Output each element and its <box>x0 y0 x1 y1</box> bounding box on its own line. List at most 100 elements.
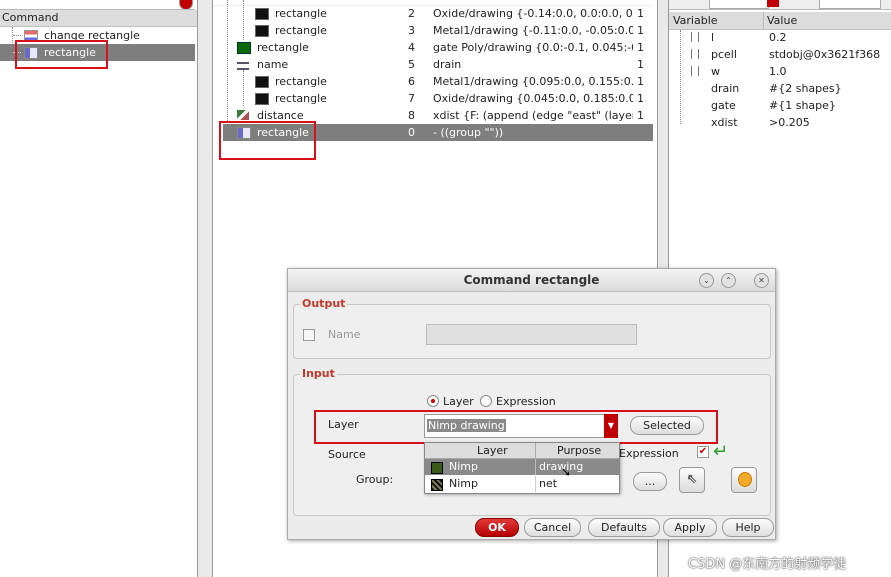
row-num: 5 <box>408 58 415 71</box>
param-icon <box>691 66 699 76</box>
command-list-row[interactable]: name 5 drain 1 <box>213 56 653 73</box>
ok-button[interactable]: OK <box>475 518 519 537</box>
row-name: rectangle <box>275 75 327 88</box>
dropdown-row-layer: Nimp <box>449 460 478 473</box>
row-desc: xdist {F: (append (edge "east" (layer re… <box>433 109 633 122</box>
variable-value: 1.0 <box>769 65 787 78</box>
row-num: 0 <box>408 126 415 139</box>
defaults-button[interactable]: Defaults <box>588 518 660 537</box>
row-count: 1 <box>637 7 644 20</box>
variable-row[interactable]: pcell stdobj@0x3621f368 <box>669 46 891 63</box>
search-bar[interactable] <box>0 0 195 10</box>
col-variable[interactable]: Variable <box>673 12 718 29</box>
command-list-row[interactable]: rectangle 3 Metal1/drawing {-0.11:0.0, -0.… <box>213 22 653 39</box>
variable-name: l <box>711 31 715 44</box>
layer-radio-label: Layer <box>443 395 474 408</box>
lightbulb-icon[interactable] <box>731 467 757 493</box>
search-clear-button[interactable] <box>179 0 193 9</box>
row-name: rectangle <box>275 7 327 20</box>
kind-filter-bar <box>669 0 891 10</box>
name-label: Name <box>328 328 361 341</box>
highlight-annotation <box>219 121 316 160</box>
group-label: Group: <box>356 473 394 486</box>
row-count: 1 <box>637 92 644 105</box>
param-icon <box>691 32 699 42</box>
variable-row[interactable]: xdist >0.205 <box>669 114 891 131</box>
help-button[interactable]: Help <box>722 518 774 537</box>
row-num: 6 <box>408 75 415 88</box>
layer-dropdown-list: Layer Purpose Nimp drawing ➘ Nimp net <box>424 442 620 494</box>
variable-row[interactable]: w 1.0 <box>669 63 891 80</box>
variable-row[interactable]: l 0.2 <box>669 29 891 46</box>
row-desc: gate Poly/drawing {0.0:-0.1, 0.045:-0.1,… <box>433 41 633 54</box>
variable-name: drain <box>711 82 740 95</box>
row-name: rectangle <box>275 24 327 37</box>
row-count: 1 <box>637 24 644 37</box>
input-group-title: Input <box>300 367 337 380</box>
expression-checkbox[interactable]: ✔ <box>697 446 709 458</box>
tree-header: Command <box>0 10 197 27</box>
row-count: 1 <box>637 109 644 122</box>
variable-value: stdobj@0x3621f368 <box>769 48 881 61</box>
dropdown-header: Layer Purpose <box>425 443 619 459</box>
variable-name: pcell <box>711 48 737 61</box>
expression-radio[interactable] <box>480 395 492 407</box>
output-group-title: Output <box>300 297 348 310</box>
variable-row[interactable]: drain #{2 shapes} <box>669 80 891 97</box>
variable-value: 0.2 <box>769 31 787 44</box>
name-checkbox[interactable] <box>303 329 315 341</box>
layer-black-icon <box>255 93 269 105</box>
row-desc: Oxide/drawing {-0.14:0.0, 0.0:0.0, 0.0:0… <box>433 7 633 20</box>
kind-dropdown-button[interactable] <box>767 0 779 7</box>
dropdown-row-purpose: net <box>539 477 558 490</box>
command-rectangle-dialog: Command rectangle ⌄ ⌃ ✕ Output Name Inpu… <box>287 268 776 540</box>
close-icon[interactable]: ✕ <box>754 273 769 288</box>
command-list-row[interactable]: rectangle 4 gate Poly/drawing {0.0:-0.1, 0… <box>213 39 653 56</box>
minimize-icon[interactable]: ⌄ <box>699 273 714 288</box>
variable-value: #{1 shape} <box>769 99 836 112</box>
row-num: 3 <box>408 24 415 37</box>
kind-select[interactable] <box>709 0 769 9</box>
return-arrow-icon[interactable]: ↵ <box>713 441 735 463</box>
command-list-row[interactable]: rectangle 2 Oxide/drawing {-0.14:0.0, 0.0:… <box>213 5 653 22</box>
command-list-row[interactable]: rectangle 6 Metal1/drawing {0.095:0.0, 0.1… <box>213 73 653 90</box>
row-num: 8 <box>408 109 415 122</box>
layer-black-icon <box>255 8 269 20</box>
maximize-icon[interactable]: ⌃ <box>721 273 736 288</box>
param-icon <box>691 49 699 59</box>
row-desc: Metal1/drawing {0.095:0.0, 0.155:0.0, 0.… <box>433 75 633 88</box>
variable-name: gate <box>711 99 736 112</box>
highlight-annotation <box>15 40 108 69</box>
row-count: 1 <box>637 41 644 54</box>
row-name: rectangle <box>257 41 309 54</box>
row-count: 1 <box>637 58 644 71</box>
variable-row[interactable]: gate #{1 shape} <box>669 97 891 114</box>
row-desc: Metal1/drawing {-0.11:0.0, -0.05:0.0, -0… <box>433 24 633 37</box>
command-list-row[interactable]: rectangle 7 Oxide/drawing {0.045:0.0, 0.18… <box>213 90 653 107</box>
row-desc: Oxide/drawing {0.045:0.0, 0.185:0.0, 0..… <box>433 92 633 105</box>
dropdown-col-layer: Layer <box>477 444 508 457</box>
variables-header: Variable Value <box>669 12 891 30</box>
highlight-annotation <box>314 410 718 444</box>
col-value[interactable]: Value <box>767 12 797 29</box>
expression-label: Expression <box>619 447 679 460</box>
layer-black-icon <box>255 25 269 37</box>
layer-black-icon <box>255 76 269 88</box>
cancel-button[interactable]: Cancel <box>524 518 581 537</box>
pointer-icon[interactable]: ⇖ <box>679 467 705 493</box>
distance-icon <box>237 110 249 120</box>
row-desc: - ((group "")) <box>433 126 504 139</box>
dropdown-row[interactable]: Nimp drawing ➘ <box>425 459 619 479</box>
row-count: 1 <box>637 75 644 88</box>
browse-button[interactable]: ... <box>633 472 667 491</box>
apply-button[interactable]: Apply <box>663 518 717 537</box>
dropdown-row[interactable]: Nimp net <box>425 476 619 492</box>
dropdown-row-layer: Nimp <box>449 477 478 490</box>
variable-value: >0.205 <box>769 116 810 129</box>
variable-name: w <box>711 65 720 78</box>
layer-radio[interactable] <box>427 395 439 407</box>
name-input[interactable] <box>426 324 637 345</box>
source-label: Source <box>328 448 366 461</box>
all-select[interactable] <box>819 0 881 9</box>
row-name: rectangle <box>275 92 327 105</box>
